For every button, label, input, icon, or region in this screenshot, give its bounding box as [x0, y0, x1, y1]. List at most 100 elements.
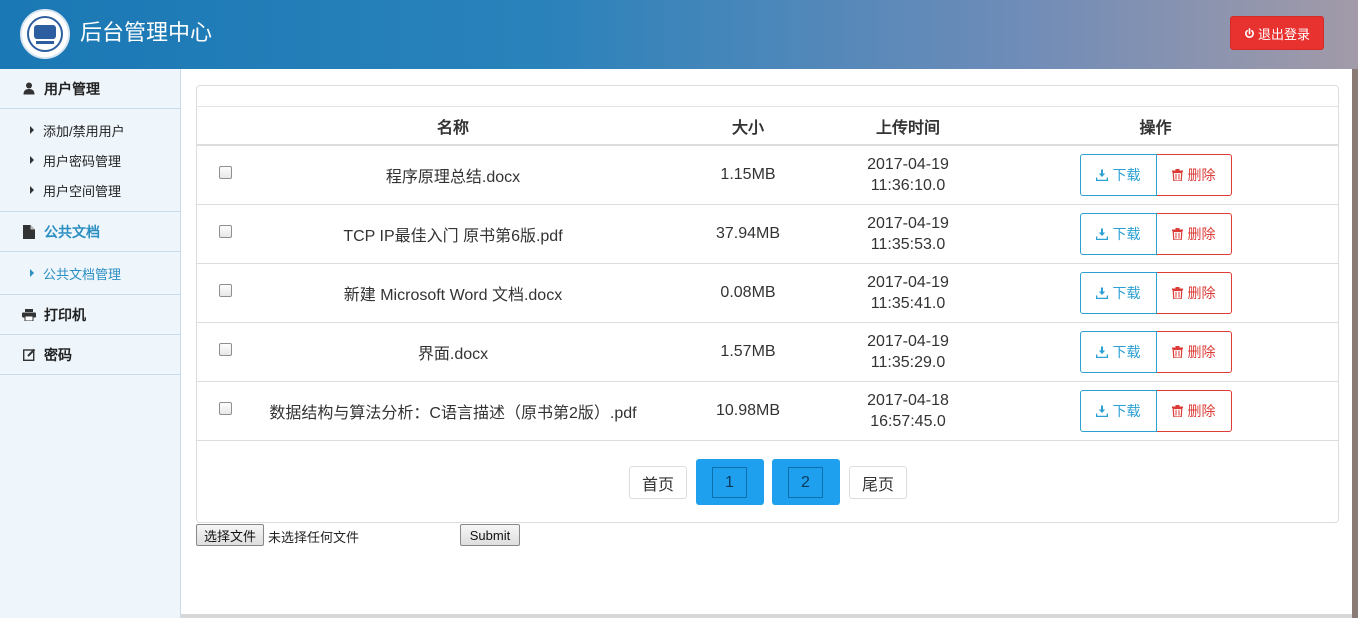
header-size: 大小	[653, 107, 843, 146]
table-row: 新建 Microsoft Word 文档.docx 0.08MB 2017-04-1…	[197, 263, 1338, 323]
upload-clock: 11:35:53.0	[870, 235, 946, 253]
page-number: 2	[788, 467, 823, 498]
sidebar-item-user-space[interactable]: 用户空间管理	[0, 175, 180, 205]
file-size: 1.57MB	[653, 322, 843, 382]
row-select-cell	[197, 381, 253, 441]
file-name: 数据结构与算法分析：C语言描述（原书第2版）.pdf	[253, 381, 653, 441]
download-button[interactable]: 下载	[1079, 330, 1157, 373]
table-header-row: 名称 大小 上传时间 操作	[197, 107, 1338, 146]
download-label: 下载	[1112, 225, 1141, 242]
header-name: 名称	[253, 107, 653, 146]
row-checkbox[interactable]	[218, 401, 232, 415]
download-label: 下载	[1112, 284, 1141, 301]
upload-time: 2017-04-18 16:57:45.0	[843, 381, 973, 441]
caret-right-icon	[30, 156, 34, 164]
file-size: 1.15MB	[653, 145, 843, 205]
sidebar-item-user-password[interactable]: 用户密码管理	[0, 145, 180, 175]
delete-label: 删除	[1187, 343, 1216, 360]
sidebar-section-password[interactable]: 密码	[0, 335, 180, 375]
sidebar-item-label: 用户密码管理	[43, 153, 122, 169]
download-label: 下载	[1112, 343, 1141, 360]
first-page-button[interactable]: 首页	[629, 466, 687, 499]
document-icon	[22, 224, 36, 239]
delete-button[interactable]: 删除	[1156, 330, 1232, 373]
delete-button[interactable]: 删除	[1156, 212, 1232, 255]
ops-cell: 下载 删除	[973, 204, 1338, 264]
trash-icon	[1171, 286, 1183, 299]
university-logo	[20, 9, 70, 59]
download-icon	[1095, 346, 1108, 358]
download-button[interactable]: 下载	[1079, 153, 1157, 196]
download-icon	[1095, 405, 1108, 417]
page-number: 1	[712, 467, 747, 498]
file-name: 新建 Microsoft Word 文档.docx	[253, 263, 653, 323]
file-size: 0.08MB	[653, 263, 843, 323]
page-2-button[interactable]: 2	[772, 459, 840, 505]
download-label: 下载	[1112, 402, 1141, 419]
bottom-edge	[181, 614, 1352, 618]
file-status-text: 未选择任何文件	[268, 530, 360, 545]
ops-cell: 下载 删除	[973, 381, 1338, 441]
delete-button[interactable]: 删除	[1156, 389, 1232, 432]
sidebar-section-label: 用户管理	[44, 80, 100, 97]
delete-label: 删除	[1187, 402, 1216, 419]
upload-date: 2017-04-19	[867, 155, 949, 173]
file-name: 界面.docx	[253, 322, 653, 382]
download-icon	[1095, 287, 1108, 299]
ops-cell: 下载 删除	[973, 145, 1338, 205]
table-row: 界面.docx 1.57MB 2017-04-19 11:35:29.0 下载 删除	[197, 322, 1338, 382]
row-checkbox[interactable]	[218, 342, 232, 356]
sidebar-section-label: 打印机	[44, 306, 86, 323]
user-icon	[22, 82, 36, 96]
upload-clock: 11:35:41.0	[870, 294, 946, 312]
caret-right-icon	[30, 126, 34, 134]
logout-label: 退出登录	[1257, 26, 1310, 42]
row-select-cell	[197, 263, 253, 323]
sidebar-section-label: 公共文档	[44, 223, 100, 240]
file-size: 10.98MB	[653, 381, 843, 441]
logout-button[interactable]: 退出登录	[1230, 16, 1324, 50]
row-checkbox[interactable]	[218, 283, 232, 297]
delete-button[interactable]: 删除	[1156, 271, 1232, 314]
sidebar-section-user-management[interactable]: 用户管理	[0, 69, 180, 109]
sidebar-item-public-docs-management[interactable]: 公共文档管理	[0, 258, 180, 288]
public-docs-submenu: 公共文档管理	[0, 252, 180, 295]
app-title: 后台管理中心	[80, 20, 213, 45]
upload-clock: 11:36:10.0	[870, 176, 946, 194]
user-management-submenu: 添加/禁用用户 用户密码管理 用户空间管理	[0, 109, 180, 212]
sidebar: 用户管理 添加/禁用用户 用户密码管理 用户空间管理 公共文档 公共文档管理 打…	[0, 69, 181, 618]
upload-time: 2017-04-19 11:35:53.0	[843, 204, 973, 264]
delete-label: 删除	[1187, 284, 1216, 301]
row-select-cell	[197, 322, 253, 382]
sidebar-section-label: 密码	[44, 346, 72, 363]
download-button[interactable]: 下载	[1079, 271, 1157, 314]
sidebar-item-label: 公共文档管理	[43, 266, 122, 282]
trash-icon	[1171, 345, 1183, 358]
header-ops: 操作	[973, 107, 1338, 146]
row-checkbox[interactable]	[218, 224, 232, 238]
upload-time: 2017-04-19 11:35:41.0	[843, 263, 973, 323]
download-icon	[1095, 169, 1108, 181]
power-icon	[1245, 27, 1254, 38]
download-label: 下载	[1112, 166, 1141, 183]
sidebar-item-add-disable-user[interactable]: 添加/禁用用户	[0, 115, 180, 145]
table-row: 程序原理总结.docx 1.15MB 2017-04-19 11:36:10.0 下载 删…	[197, 145, 1338, 205]
download-button[interactable]: 下载	[1079, 212, 1157, 255]
sidebar-section-public-docs[interactable]: 公共文档	[0, 212, 180, 252]
edit-icon	[22, 348, 36, 362]
delete-button[interactable]: 删除	[1156, 153, 1232, 196]
row-checkbox[interactable]	[218, 165, 232, 179]
upload-date: 2017-04-19	[867, 332, 949, 350]
trash-icon	[1171, 404, 1183, 417]
sidebar-item-label: 用户空间管理	[43, 183, 122, 199]
page-1-button[interactable]: 1	[696, 459, 764, 505]
last-page-button[interactable]: 尾页	[849, 466, 907, 499]
choose-file-button[interactable]: 选择文件	[196, 524, 264, 546]
submit-button[interactable]: Submit	[460, 524, 520, 546]
file-name: TCP IP最佳入门 原书第6版.pdf	[253, 204, 653, 264]
sidebar-section-printer[interactable]: 打印机	[0, 295, 180, 335]
table-row: 数据结构与算法分析：C语言描述（原书第2版）.pdf 10.98MB 2017-04…	[197, 381, 1338, 441]
download-button[interactable]: 下载	[1079, 389, 1157, 432]
header-upload-time: 上传时间	[843, 107, 973, 146]
pagination: 首页 1 2 尾页	[197, 459, 1338, 505]
